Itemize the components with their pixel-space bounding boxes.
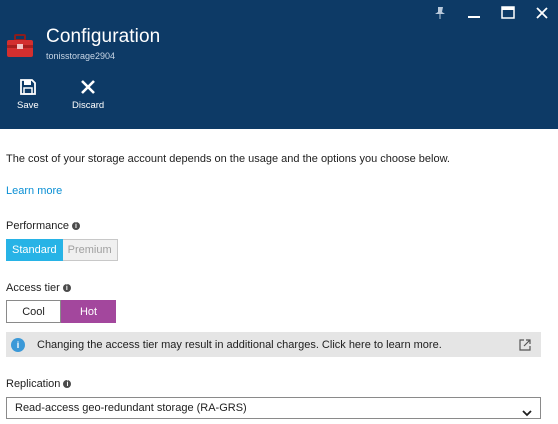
page-title: Configuration	[46, 26, 161, 47]
performance-toggle: Standard Premium	[6, 239, 118, 261]
performance-label: Performance i	[6, 220, 80, 232]
info-icon[interactable]: i	[63, 380, 72, 388]
performance-label-text: Performance	[6, 220, 69, 232]
discard-button[interactable]: Discard	[72, 78, 104, 111]
replication-dropdown[interactable]: Read-access geo-redundant storage (RA-GR…	[6, 397, 541, 419]
info-icon: i	[11, 337, 25, 352]
save-button[interactable]: Save	[17, 78, 39, 111]
cost-description: The cost of your storage account depends…	[6, 153, 450, 165]
toolbox-icon	[6, 32, 34, 60]
access-tier-hot-option[interactable]: Hot	[61, 300, 116, 323]
replication-label: Replication i	[6, 378, 72, 390]
minimize-icon[interactable]	[464, 4, 484, 22]
discard-icon	[78, 78, 98, 96]
access-tier-label-text: Access tier	[6, 282, 60, 294]
save-label: Save	[17, 100, 39, 111]
close-icon[interactable]	[532, 4, 552, 22]
access-tier-toggle: Cool Hot	[6, 300, 116, 323]
discard-label: Discard	[72, 100, 105, 111]
save-icon	[18, 78, 38, 96]
performance-standard-option[interactable]: Standard	[6, 239, 63, 261]
access-tier-label: Access tier i	[6, 282, 71, 294]
page-subtitle: tonisstorage2904	[46, 51, 116, 61]
info-icon[interactable]: i	[62, 284, 71, 292]
window-controls	[430, 4, 552, 22]
replication-label-text: Replication	[6, 378, 61, 390]
access-tier-cool-option[interactable]: Cool	[6, 300, 61, 323]
pin-icon[interactable]	[430, 4, 450, 22]
blade-header: Configuration tonisstorage2904 Save Disc…	[0, 0, 558, 129]
learn-more-link[interactable]: Learn more	[6, 185, 62, 197]
access-tier-info-bar[interactable]: i Changing the access tier may result in…	[6, 332, 541, 357]
info-icon[interactable]: i	[71, 222, 80, 230]
info-bar-text: Changing the access tier may result in a…	[37, 338, 442, 351]
maximize-icon[interactable]	[498, 4, 518, 22]
replication-selected-value: Read-access geo-redundant storage (RA-GR…	[15, 402, 247, 414]
external-link-icon	[519, 338, 531, 351]
chevron-down-icon	[522, 404, 532, 417]
performance-premium-option[interactable]: Premium	[62, 239, 118, 261]
